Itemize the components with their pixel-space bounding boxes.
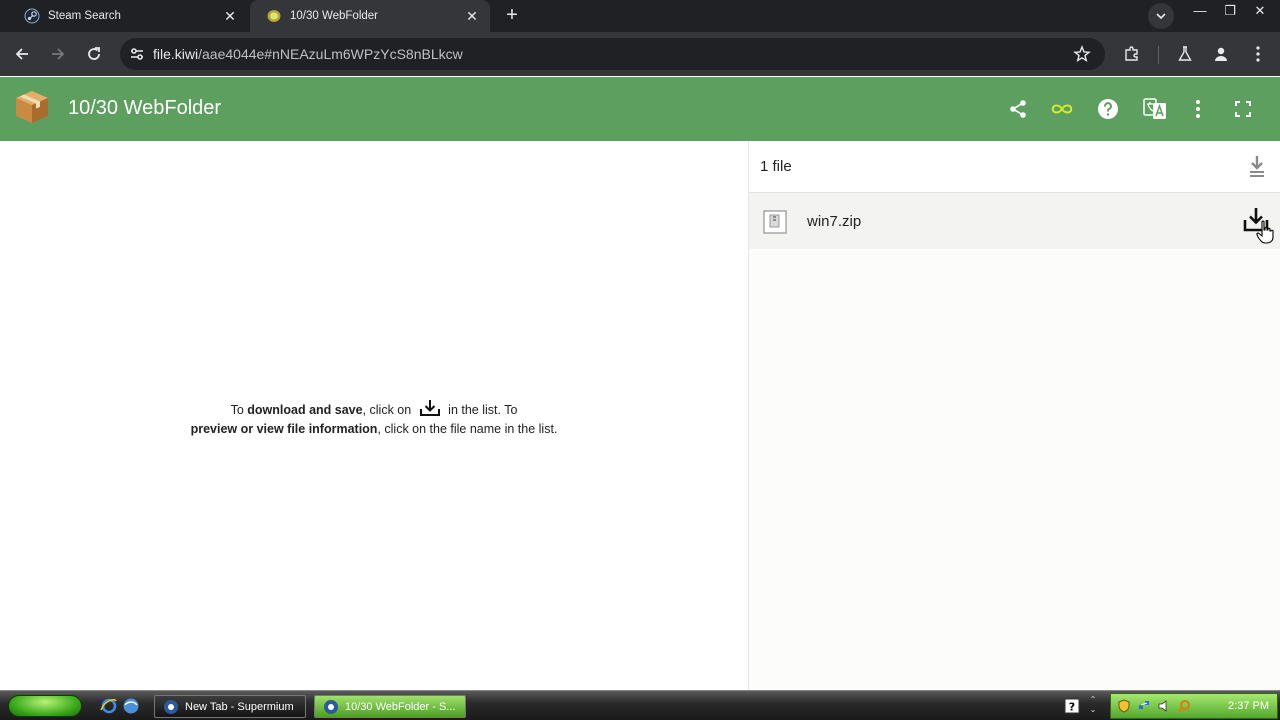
search-icon[interactable]	[1177, 699, 1191, 713]
site-info-icon[interactable]	[128, 45, 146, 63]
fullscreen-icon	[1235, 101, 1251, 117]
svg-text:?: ?	[1069, 701, 1075, 714]
translate-button[interactable]	[1143, 97, 1167, 121]
reload-button[interactable]	[80, 40, 108, 68]
bookmark-star-icon[interactable]	[1073, 45, 1091, 63]
taskbar-item-label: 10/30 WebFolder - S...	[345, 700, 456, 713]
tab-webfolder[interactable]: 10/30 WebFolder ✕	[250, 0, 490, 32]
hint-text: , click on the file name in the list.	[377, 422, 558, 436]
labs-button[interactable]	[1173, 42, 1197, 66]
file-row[interactable]: win7.zip	[749, 193, 1280, 249]
hint-text: in the list. To	[444, 403, 518, 417]
arrow-left-icon	[15, 48, 28, 60]
hint-bold-text: download and save	[247, 403, 363, 417]
taskbar-item-webfolder[interactable]: 10/30 WebFolder - S...	[314, 695, 466, 718]
infinity-icon	[1051, 104, 1073, 114]
share-icon	[1010, 100, 1026, 118]
hint-text: , click on	[362, 403, 415, 417]
help-button[interactable]	[1096, 97, 1120, 121]
tray-expand-arrows[interactable]: ⌃ ⌄	[1086, 695, 1100, 717]
more-vert-icon	[1256, 46, 1260, 62]
supermium-icon	[164, 699, 178, 714]
start-button[interactable]	[8, 695, 82, 717]
close-tab-icon[interactable]: ✕	[220, 6, 240, 26]
hint-bold-text: preview or view file information	[190, 422, 378, 436]
share-button[interactable]	[1006, 97, 1030, 121]
toolbar-divider	[1158, 46, 1159, 64]
url-text: file.kiwi/aae4044e#nNEAzuLm6WPzYcS8nBLkc…	[153, 46, 463, 62]
minimize-button[interactable]: —	[1188, 2, 1212, 22]
more-vert-icon	[1196, 100, 1200, 118]
instructions-text: To download and save, click on in the li…	[0, 399, 748, 439]
fullscreen-button[interactable]	[1231, 97, 1255, 121]
file-count: 1 file	[760, 158, 792, 175]
volume-icon[interactable]	[1157, 699, 1171, 713]
tab-steam-search[interactable]: Steam Search ✕	[8, 0, 248, 32]
file-name[interactable]: win7.zip	[807, 213, 861, 230]
new-tab-button[interactable]: +	[500, 4, 524, 28]
tab-title: 10/30 WebFolder	[290, 10, 379, 22]
box-logo-icon	[16, 91, 48, 123]
preview-panel: To download and save, click on in the li…	[0, 141, 748, 690]
extensions-button[interactable]	[1120, 42, 1144, 66]
restore-button[interactable]: ❐	[1218, 2, 1242, 22]
steam-icon	[24, 8, 40, 24]
reload-icon	[88, 47, 100, 60]
hint-text: To	[230, 403, 248, 417]
taskbar: New Tab - Supermium 10/30 WebFolder - S.…	[0, 690, 1280, 720]
file-list-panel: 1 file win7.zip	[748, 141, 1280, 690]
hand-cursor-icon	[1256, 220, 1274, 244]
address-bar[interactable]: file.kiwi/aae4044e#nNEAzuLm6WPzYcS8nBLkc…	[120, 38, 1105, 70]
help-tray-icon[interactable]: ?	[1064, 698, 1080, 714]
browser-icon	[123, 698, 139, 714]
tab-strip: Steam Search ✕ 10/30 WebFolder ✕ + — ❐ ✕	[0, 0, 1280, 32]
taskbar-item-new-tab[interactable]: New Tab - Supermium	[154, 695, 306, 718]
person-icon	[1215, 47, 1227, 61]
tab-title: Steam Search	[48, 10, 121, 22]
window-controls: — ❐ ✕	[1188, 2, 1272, 22]
browser-quicklaunch-icon[interactable]	[122, 697, 140, 715]
translate-icon	[1143, 98, 1166, 119]
network-icon[interactable]	[1137, 699, 1151, 713]
clock: 2:37 PM	[1228, 700, 1269, 712]
profile-button[interactable]	[1209, 42, 1233, 66]
close-window-button[interactable]: ✕	[1248, 2, 1272, 22]
close-tab-icon[interactable]: ✕	[462, 6, 482, 26]
download-icon	[419, 400, 440, 416]
supermium-icon	[324, 699, 338, 714]
kiwi-icon	[266, 8, 282, 24]
browser-menu-button[interactable]	[1246, 42, 1270, 66]
forward-button[interactable]	[44, 40, 72, 68]
browser-toolbar: file.kiwi/aae4044e#nNEAzuLm6WPzYcS8nBLkc…	[0, 32, 1280, 76]
more-options-button[interactable]	[1186, 97, 1210, 121]
infinity-button[interactable]	[1050, 97, 1074, 121]
download-all-icon[interactable]	[1247, 154, 1267, 178]
flask-icon	[1178, 46, 1192, 61]
file-list-header: 1 file	[749, 141, 1280, 193]
zip-file-icon	[763, 210, 787, 234]
system-tray: 2:37 PM	[1110, 693, 1278, 719]
url-host: file.kiwi	[153, 46, 199, 62]
url-path: /aae4044e#nNEAzuLm6WPzYcS8nBLkcw	[198, 46, 463, 62]
app-title: 10/30 WebFolder	[68, 97, 222, 119]
ie-quicklaunch-icon[interactable]	[100, 697, 118, 715]
chevron-down-icon	[1156, 13, 1166, 20]
taskbar-item-label: New Tab - Supermium	[185, 700, 294, 713]
app-header: 10/30 WebFolder	[0, 77, 1280, 141]
internet-explorer-icon	[100, 698, 117, 714]
arrow-right-icon	[52, 48, 65, 60]
puzzle-icon	[1125, 46, 1138, 61]
back-button[interactable]	[8, 40, 36, 68]
tab-search-button[interactable]	[1148, 3, 1174, 29]
shield-icon[interactable]	[1117, 699, 1131, 713]
help-icon	[1098, 99, 1118, 119]
